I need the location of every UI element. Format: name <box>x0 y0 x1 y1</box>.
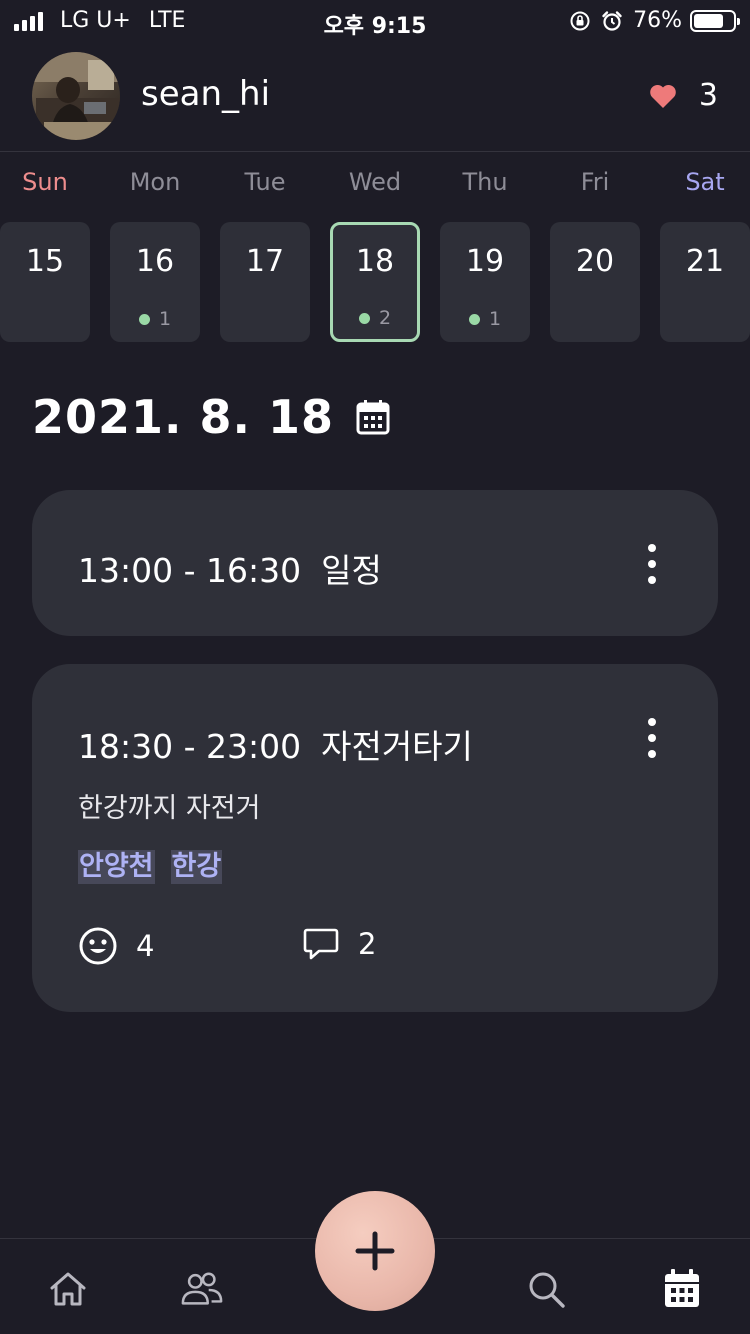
day-number: 16 <box>135 244 175 279</box>
heart-icon <box>650 84 676 108</box>
event-dot-icon <box>468 313 480 325</box>
selected-date-heading: 2021. 8. 18 <box>32 390 390 444</box>
day-number: 20 <box>575 244 615 279</box>
weekday-sat: Sat <box>685 168 725 196</box>
smiley-icon <box>79 927 117 965</box>
day-number: 18 <box>355 244 395 279</box>
user-photo-icon <box>32 52 120 140</box>
week-days: 15 16 1 17 18 2 19 1 20 21 <box>0 222 750 342</box>
username: sean_hi <box>141 74 271 114</box>
day-number: 15 <box>25 244 65 279</box>
day-cell[interactable]: 15 <box>0 222 90 342</box>
home-icon <box>50 1272 86 1306</box>
selected-date: 2021. 8. 18 <box>32 390 335 444</box>
weekday-wed: Wed <box>348 168 402 196</box>
event-dot-icon <box>138 313 150 325</box>
alarm-icon <box>602 10 622 31</box>
comment-count: 2 <box>358 927 377 961</box>
event-count: 1 <box>158 308 172 330</box>
weekday-mon: Mon <box>129 168 181 196</box>
event-count: 2 <box>378 307 392 329</box>
tag[interactable]: 한강 <box>170 850 223 884</box>
weekday-row: Sun Mon Tue Wed Thu Fri Sat <box>0 168 750 208</box>
event-count-badge: 1 <box>440 308 530 330</box>
event-reactions: 4 2 <box>78 926 376 966</box>
battery-icon <box>690 9 740 32</box>
likes[interactable]: 3 <box>649 78 718 113</box>
avatar[interactable] <box>32 52 120 140</box>
app-screen: LG U+ LTE 오후 9:15 76% sean_hi 3 Sun Mon … <box>0 0 750 1334</box>
event-card[interactable]: 13:00 - 16:30 일정 <box>32 490 718 636</box>
battery-percent: 76% <box>633 8 682 33</box>
day-cell-selected[interactable]: 18 2 <box>330 222 420 342</box>
day-cell[interactable]: 16 1 <box>110 222 200 342</box>
day-cell[interactable]: 17 <box>220 222 310 342</box>
status-bar: LG U+ LTE 오후 9:15 76% <box>0 0 750 40</box>
event-description: 한강까지 자전거 <box>78 793 261 824</box>
calendar-icon <box>665 1269 699 1307</box>
battery-tip <box>737 17 740 25</box>
event-count-badge: 1 <box>110 308 200 330</box>
weekday-tue: Tue <box>244 168 286 196</box>
day-cell[interactable]: 20 <box>550 222 640 342</box>
event-dot-icon <box>358 312 370 324</box>
more-options-icon[interactable] <box>642 544 662 584</box>
nav-calendar[interactable] <box>660 1267 704 1311</box>
event-title: 자전거타기 <box>321 727 473 766</box>
nav-home[interactable] <box>46 1267 90 1311</box>
add-icon <box>355 1231 395 1271</box>
add-event-button[interactable] <box>315 1191 435 1311</box>
event-title-row: 18:30 - 23:00 자전거타기 <box>78 720 473 768</box>
event-time: 13:00 - 16:30 <box>78 551 302 590</box>
more-options-icon[interactable] <box>642 718 662 758</box>
day-cell[interactable]: 21 <box>660 222 750 342</box>
nav-friends[interactable] <box>180 1267 224 1311</box>
weekday-sun: Sun <box>22 168 68 196</box>
event-count: 1 <box>488 308 502 330</box>
day-cell[interactable]: 19 1 <box>440 222 530 342</box>
comment-button[interactable]: 2 <box>302 926 376 962</box>
calendar-icon[interactable] <box>356 399 390 435</box>
event-card[interactable]: 18:30 - 23:00 자전거타기 한강까지 자전거 안양천 한강 4 2 <box>32 664 718 1012</box>
day-number: 21 <box>685 244 725 279</box>
weekday-fri: Fri <box>580 168 610 196</box>
weekday-thu: Thu <box>462 168 508 196</box>
friends-icon <box>181 1272 223 1305</box>
reaction-button[interactable]: 4 <box>78 926 154 966</box>
tag[interactable]: 안양천 <box>78 850 155 884</box>
status-right: 76% <box>569 8 740 33</box>
comment-icon <box>303 928 339 960</box>
profile-header: sean_hi 3 <box>0 46 750 152</box>
day-number: 19 <box>465 244 505 279</box>
event-tags: 안양천 한강 <box>78 850 238 884</box>
orientation-lock-icon <box>570 11 590 30</box>
event-title: 일정 <box>321 551 382 590</box>
likes-count: 3 <box>698 78 718 113</box>
day-number: 17 <box>245 244 285 279</box>
event-count-badge: 2 <box>333 307 417 329</box>
search-icon <box>529 1272 565 1308</box>
event-title-row: 13:00 - 16:30 일정 <box>78 544 382 592</box>
battery-level-fill <box>694 13 723 28</box>
event-time: 18:30 - 23:00 <box>78 727 302 766</box>
reaction-count: 4 <box>136 929 155 963</box>
nav-search[interactable] <box>524 1267 568 1311</box>
